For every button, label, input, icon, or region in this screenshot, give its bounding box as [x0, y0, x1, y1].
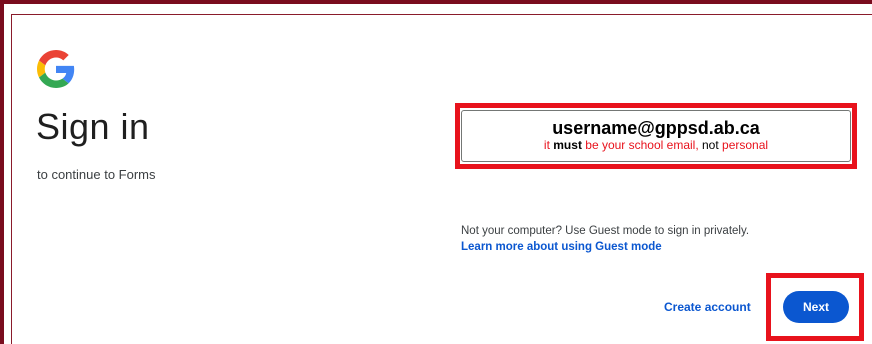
guest-mode-link[interactable]: Learn more about using Guest mode: [461, 241, 662, 253]
next-button[interactable]: Next: [783, 291, 849, 323]
email-note-part1: it: [543, 138, 554, 152]
page-subtitle: to continue to Forms: [37, 167, 156, 182]
email-note: it must be your school email, not person…: [462, 138, 850, 152]
email-note-bold: must: [553, 138, 582, 152]
create-account-button[interactable]: Create account: [664, 300, 751, 314]
email-note-part2: be your school email,: [581, 138, 702, 152]
email-note-part3: personal: [718, 138, 769, 152]
guest-mode-text: Not your computer? Use Guest mode to sig…: [461, 225, 750, 237]
email-value[interactable]: username@gppsd.ab.ca: [462, 118, 850, 138]
email-note-not: not: [702, 138, 719, 152]
page-title: Sign in: [36, 106, 150, 147]
email-field[interactable]: username@gppsd.ab.ca it must be your sch…: [461, 110, 851, 162]
google-g-icon: [37, 50, 75, 88]
